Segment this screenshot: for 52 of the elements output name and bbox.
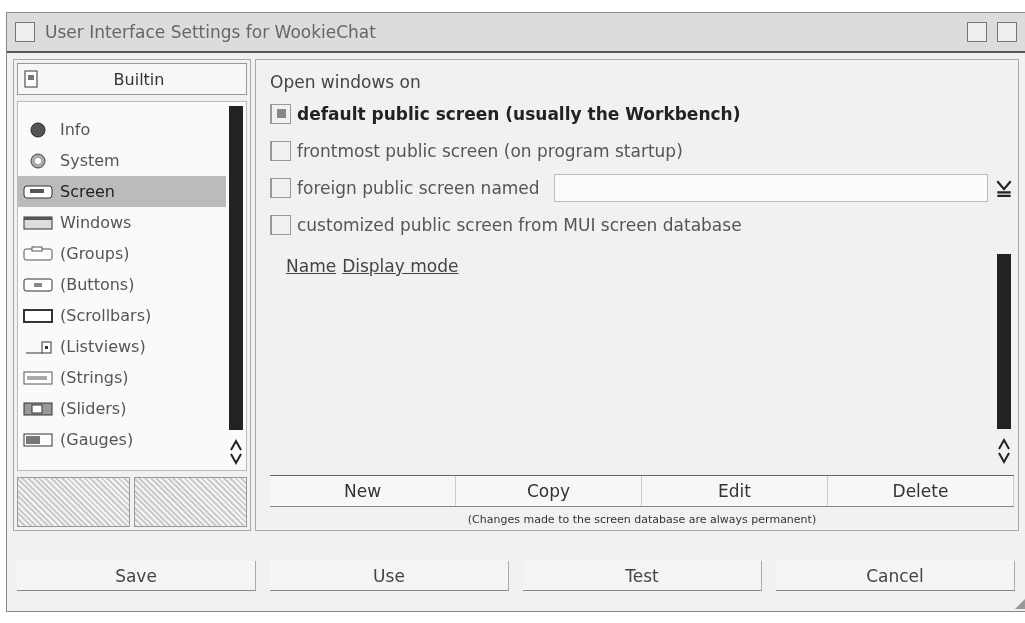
- sidebar-item[interactable]: (Listviews): [18, 331, 226, 362]
- close-icon[interactable]: [15, 22, 35, 42]
- pattern-swatch[interactable]: [134, 477, 247, 527]
- action-button[interactable]: Use: [270, 561, 509, 591]
- category-icon: [22, 276, 54, 293]
- sidebar-item[interactable]: Screen: [18, 176, 226, 207]
- builtin-label: Builtin: [112, 69, 166, 89]
- list-button[interactable]: New: [270, 476, 456, 506]
- pattern-swatch[interactable]: [17, 477, 130, 527]
- sidebar-item[interactable]: (Scrollbars): [18, 300, 226, 331]
- list-button[interactable]: Delete: [828, 476, 1014, 506]
- sidebar-item[interactable]: (Buttons): [18, 269, 226, 300]
- scroll-arrows-icon[interactable]: [229, 438, 243, 466]
- sidebar-item[interactable]: (Strings): [18, 362, 226, 393]
- input-field[interactable]: [553, 173, 988, 202]
- category-icon: [22, 400, 54, 417]
- resize-icon[interactable]: [1015, 599, 1025, 609]
- radio-button[interactable]: [270, 177, 291, 198]
- category-icon: [22, 307, 54, 324]
- action-button[interactable]: Cancel: [776, 561, 1015, 591]
- sidebar-item[interactable]: (Sliders): [18, 393, 226, 424]
- sidebar-item[interactable]: Info: [18, 114, 226, 145]
- column-header[interactable]: Name: [286, 256, 337, 276]
- option-label: customized public screen from MUI screen database: [297, 214, 742, 235]
- page-icon: [24, 70, 38, 88]
- list-button[interactable]: Copy: [456, 476, 642, 506]
- option-label: frontmost public screen (on program startup): [297, 140, 683, 161]
- column-header[interactable]: Display mode: [342, 256, 459, 276]
- category-icon: [22, 183, 54, 200]
- radio-button[interactable]: [270, 214, 291, 235]
- radio-button[interactable]: [270, 103, 291, 124]
- scroll-arrows-icon[interactable]: [997, 437, 1011, 465]
- sidebar-item[interactable]: Windows: [18, 207, 226, 238]
- sidebar-item[interactable]: (Groups): [18, 238, 226, 269]
- builtin-header[interactable]: Builtin: [17, 63, 247, 95]
- list-button[interactable]: Edit: [642, 476, 828, 506]
- category-icon: [22, 369, 54, 386]
- action-button[interactable]: Test: [523, 561, 762, 591]
- category-icon: [22, 431, 54, 448]
- sidebar-item[interactable]: (Gauges): [18, 424, 226, 455]
- note-text: (Changes made to the screen database are always permanent): [466, 513, 818, 526]
- category-icon: [22, 245, 54, 262]
- option-label: default public screen (usually the Workbench): [297, 103, 741, 124]
- radio-button[interactable]: [270, 140, 291, 161]
- action-button[interactable]: Save: [17, 561, 256, 591]
- zoom-icon[interactable]: [967, 22, 987, 42]
- section-heading: Open windows on: [270, 72, 422, 92]
- depth-icon[interactable]: [997, 22, 1017, 42]
- sidebar-item[interactable]: System: [18, 145, 226, 176]
- option-label: foreign public screen named: [297, 177, 540, 198]
- category-icon: [22, 214, 54, 231]
- window-title: User Interface Settings for WookieChat: [45, 22, 377, 42]
